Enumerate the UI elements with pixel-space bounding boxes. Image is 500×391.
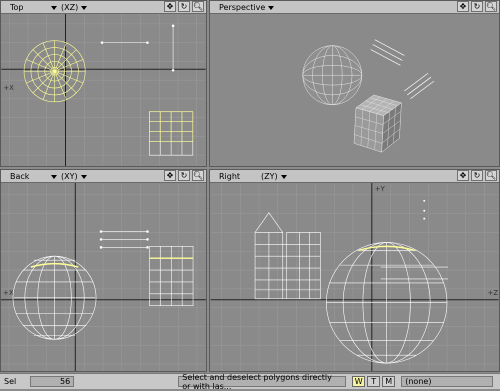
move-view-icon[interactable]: ✥: [164, 1, 176, 12]
move-view-icon[interactable]: ✥: [457, 1, 469, 12]
surface-value: (none): [405, 377, 432, 386]
viewport-top-axis[interactable]: (XZ): [61, 3, 78, 12]
viewport-right[interactable]: Right (ZY) ✥ ↻ 🔍︎ +Y +Z: [209, 169, 500, 372]
t-button[interactable]: T: [367, 376, 381, 387]
viewport-perspective[interactable]: Perspective ✥ ↻ 🔍︎: [209, 0, 500, 167]
viewport-perspective-title[interactable]: Perspective: [210, 3, 265, 12]
viewport-right-header: Right (ZY) ✥ ↻ 🔍︎: [210, 170, 499, 183]
selection-label: Sel: [4, 377, 17, 386]
zoom-view-icon[interactable]: 🔍︎: [192, 170, 204, 181]
m-button[interactable]: M: [382, 376, 396, 387]
axis-z-label: +Z: [488, 289, 499, 297]
axis-x-label: +X: [3, 289, 14, 297]
viewport-top[interactable]: Top (XZ) ✥ ↻ 🔍︎ +X: [0, 0, 207, 167]
box-top-grid: [149, 111, 194, 142]
axis-dropdown-icon[interactable]: [280, 174, 287, 179]
viewport-perspective-scene: [302, 39, 435, 153]
zoom-view-icon[interactable]: 🔍︎: [485, 170, 497, 181]
move-view-icon[interactable]: ✥: [457, 170, 469, 181]
help-text: Select and deselect polygons directly or…: [178, 373, 347, 391]
move-view-icon[interactable]: ✥: [164, 170, 176, 181]
viewport-perspective-canvas[interactable]: [210, 14, 499, 166]
rotate-view-icon[interactable]: ↻: [471, 1, 483, 12]
viewport-right-canvas[interactable]: +Y +Z: [210, 183, 499, 371]
rotate-view-icon[interactable]: ↻: [471, 170, 483, 181]
view-type-dropdown-icon[interactable]: [268, 5, 275, 10]
viewport-top-scene[interactable]: +X: [1, 14, 206, 166]
sphere-right-wire: [326, 242, 448, 364]
view-type-dropdown-icon[interactable]: [51, 5, 57, 10]
viewport-back[interactable]: Back (XY) ✥ ↻ 🔍︎ +X: [0, 169, 207, 372]
zoom-view-icon[interactable]: 🔍︎: [485, 1, 497, 12]
axis-dropdown-icon[interactable]: [80, 174, 87, 179]
viewport-back-title[interactable]: Back: [1, 172, 48, 181]
viewport-perspective-header: Perspective ✥ ↻ 🔍︎: [210, 1, 499, 14]
viewport-top-header: Top (XZ) ✥ ↻ 🔍︎: [1, 1, 206, 14]
viewport-back-canvas[interactable]: +X: [1, 183, 206, 371]
zoom-view-icon[interactable]: 🔍︎: [192, 1, 204, 12]
viewport-right-scene: +Y +Z: [210, 183, 499, 371]
viewport-top-title[interactable]: Top: [1, 3, 48, 12]
axis-x-label: +X: [3, 84, 14, 92]
w-button[interactable]: W: [352, 376, 366, 387]
viewport-back-axis[interactable]: (XY): [61, 172, 78, 181]
selection-count: 56: [30, 376, 75, 387]
viewport-right-title[interactable]: Right: [210, 172, 257, 181]
viewport-back-scene: +X: [1, 183, 206, 371]
rotate-view-icon[interactable]: ↻: [178, 170, 190, 181]
viewport-right-axis[interactable]: (ZY): [261, 172, 278, 181]
sphere-top-wire: [23, 40, 86, 103]
status-bar: Sel 56 Select and deselect polygons dire…: [0, 373, 500, 391]
cube-perspective: [353, 94, 402, 153]
axis-dropdown-icon[interactable]: [81, 5, 88, 10]
rotate-view-icon[interactable]: ↻: [178, 1, 190, 12]
viewport-top-canvas[interactable]: +X: [1, 14, 206, 166]
sphere-perspective: [302, 45, 363, 106]
viewport-back-header: Back (XY) ✥ ↻ 🔍︎: [1, 170, 206, 183]
house-shape: [254, 212, 321, 300]
surface-select[interactable]: (none): [401, 376, 494, 387]
axis-y-label: +Y: [375, 185, 386, 193]
view-type-dropdown-icon[interactable]: [51, 174, 57, 179]
sphere-back-wire: [12, 255, 97, 340]
box-back-grid: [149, 246, 194, 306]
